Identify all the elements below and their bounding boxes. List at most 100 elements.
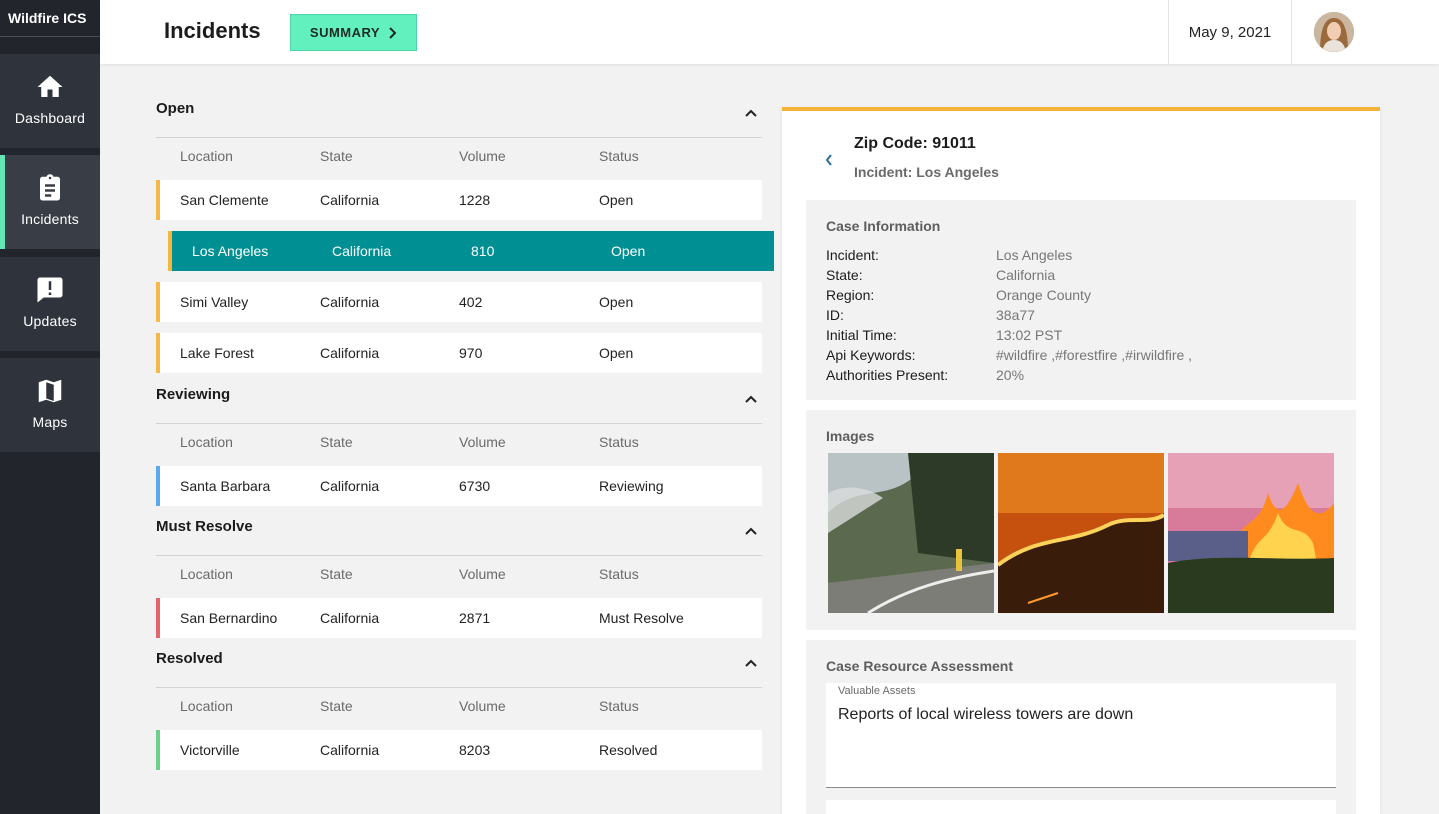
row-location: San Bernardino [180, 610, 278, 626]
group-reviewing: Reviewing Location State Volume Status S… [156, 386, 762, 517]
row-state: California [320, 192, 380, 208]
row-state: California [320, 742, 380, 758]
chevron-right-icon [389, 26, 397, 39]
avatar[interactable] [1314, 12, 1354, 52]
nav-item-maps[interactable]: Maps [0, 358, 100, 452]
group-title: Must Resolve [156, 518, 253, 535]
incident-row-selected[interactable]: Los Angeles California 810 Open [168, 231, 774, 271]
card-title: Case Resource Assessment [826, 658, 1014, 674]
nav-item-incidents[interactable]: Incidents [0, 155, 100, 249]
row-status: Reviewing [599, 478, 664, 494]
resource-assessment-card: Case Resource Assessment Valuable Assets… [806, 640, 1356, 814]
row-status: Resolved [599, 742, 658, 758]
field-value: Reports of local wireless towers are dow… [838, 706, 1134, 723]
incident-row[interactable]: Santa Barbara California 6730 Reviewing [156, 466, 762, 506]
column-headers: Location State Volume Status [156, 424, 762, 466]
row-volume: 6730 [459, 478, 491, 494]
row-volume: 970 [459, 345, 483, 361]
photo-road-icon [828, 453, 994, 613]
info-value: #wildfire ,#forestfire ,#irwildfire , [996, 347, 1193, 363]
chevron-up-icon[interactable] [744, 394, 758, 404]
row-volume: 402 [459, 294, 483, 310]
incident-row[interactable]: San Bernardino California 2871 Must Reso… [156, 598, 762, 638]
column-volume: Volume [459, 566, 506, 582]
user-photo-icon [1314, 12, 1354, 52]
info-key: Incident: [826, 247, 879, 263]
wildfire-hillside-photo[interactable] [998, 453, 1164, 613]
row-location: Santa Barbara [180, 478, 271, 494]
chevron-up-icon[interactable] [744, 658, 758, 668]
nav-item-dashboard[interactable]: Dashboard [0, 54, 100, 148]
info-value: California [996, 267, 1056, 283]
top-bar: Incidents SUMMARY May 9, 2021 [100, 0, 1439, 64]
images-card: Images [806, 410, 1356, 630]
nav-label: Maps [32, 414, 68, 430]
info-key: Authorities Present: [826, 367, 949, 383]
group-resolved: Resolved Location State Volume Status Vi… [156, 650, 762, 781]
incident-row[interactable]: Simi Valley California 402 Open [156, 282, 762, 322]
valuable-assets-field[interactable]: Valuable Assets Reports of local wireles… [826, 683, 1336, 788]
app-name: Wildfire ICS [0, 0, 100, 37]
summary-button[interactable]: SUMMARY [290, 14, 417, 51]
zip-code: Zip Code: 91011 [854, 135, 976, 152]
info-value: Orange County [996, 287, 1091, 303]
nav-label: Updates [23, 313, 77, 329]
wildfire-house-photo[interactable] [1168, 453, 1334, 613]
column-volume: Volume [459, 434, 506, 450]
row-state: California [332, 243, 392, 259]
row-state: California [320, 294, 380, 310]
nav-label: Dashboard [14, 110, 86, 126]
info-key: State: [826, 267, 863, 283]
info-key: Api Keywords: [826, 347, 916, 363]
incident-row[interactable]: Lake Forest California 970 Open [156, 333, 762, 373]
column-location: Location [180, 148, 233, 164]
column-location: Location [180, 434, 233, 450]
row-location: Simi Valley [180, 294, 249, 310]
row-status: Open [599, 345, 634, 361]
column-state: State [320, 566, 353, 582]
column-location: Location [180, 566, 233, 582]
home-icon [37, 75, 63, 97]
incident-row[interactable]: Victorville California 8203 Resolved [156, 730, 762, 770]
column-status: Status [599, 566, 639, 582]
card-title: Case Information [826, 218, 941, 234]
nav-label: Incidents [21, 211, 79, 227]
next-field[interactable] [826, 800, 1336, 814]
row-status: Open [599, 192, 634, 208]
photo-house-icon [1168, 453, 1334, 613]
column-location: Location [180, 698, 233, 714]
column-volume: Volume [459, 148, 506, 164]
sidebar: Wildfire ICS Dashboard Incidents Updates… [0, 0, 100, 814]
column-headers: Location State Volume Status [156, 688, 762, 730]
info-key: Region: [826, 287, 875, 303]
row-volume: 1228 [459, 192, 491, 208]
incident-detail-panel: Zip Code: 91011 Incident: Los Angeles Ca… [782, 107, 1380, 814]
chevron-up-icon[interactable] [744, 526, 758, 536]
column-volume: Volume [459, 698, 506, 714]
chevron-left-icon[interactable] [824, 153, 834, 167]
incident-row[interactable]: San Clemente California 1228 Open [156, 180, 762, 220]
chevron-up-icon[interactable] [744, 108, 758, 118]
wildfire-road-photo[interactable] [828, 453, 994, 613]
nav-item-updates[interactable]: Updates [0, 257, 100, 351]
group-title: Resolved [156, 650, 223, 667]
clipboard-icon [40, 174, 60, 201]
row-state: California [320, 478, 380, 494]
group-must-resolve: Must Resolve Location State Volume Statu… [156, 518, 762, 649]
group-header: Must Resolve [156, 518, 762, 556]
row-status: Must Resolve [599, 610, 684, 626]
field-label: Valuable Assets [838, 685, 916, 697]
info-value: 20% [996, 367, 1025, 383]
group-header: Resolved [156, 650, 762, 688]
current-date: May 9, 2021 [1168, 0, 1292, 64]
group-open: Open Location State Volume Status San Cl… [156, 100, 774, 384]
group-title: Open [156, 100, 195, 117]
info-key: ID: [826, 307, 844, 323]
row-volume: 810 [471, 243, 495, 259]
info-value: 38a77 [996, 307, 1035, 323]
column-state: State [320, 434, 353, 450]
column-status: Status [599, 434, 639, 450]
photo-hillside-icon [998, 453, 1164, 613]
row-location: Los Angeles [192, 243, 269, 259]
date-text: May 9, 2021 [1188, 23, 1272, 41]
